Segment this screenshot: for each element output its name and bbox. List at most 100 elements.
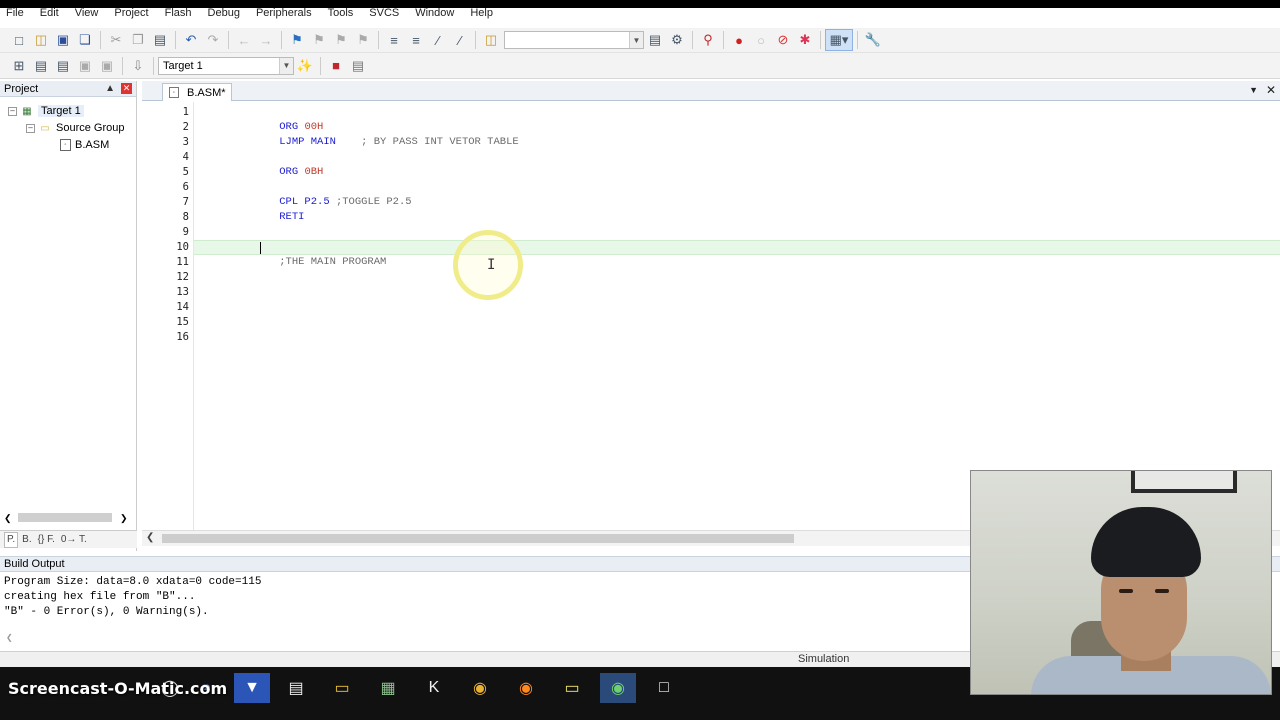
stop-build-icon[interactable]: ▣ — [96, 55, 118, 77]
tab-project[interactable]: P. — [4, 531, 19, 548]
code-editor[interactable]: 1 2 3 4 5 6 7 8 9 10 11 12 13 14 15 16 O… — [142, 102, 1280, 530]
disable-all-breakpoints-icon[interactable]: ⊘ — [772, 29, 794, 51]
target-options-icon[interactable]: ✨ — [294, 55, 316, 77]
menu-debug[interactable]: Debug — [208, 7, 240, 19]
tree-item-source-group[interactable]: – ▭ Source Group — [26, 120, 124, 136]
file-explorer-icon[interactable]: ▭ — [324, 673, 360, 703]
photos-icon[interactable]: ▦ — [370, 673, 406, 703]
scroll-left-icon[interactable]: ❮ — [6, 633, 13, 642]
toolbar-separator — [281, 31, 282, 49]
copy-icon[interactable]: ❐ — [127, 29, 149, 51]
next-bookmark-icon[interactable]: ⚑ — [330, 29, 352, 51]
menu-edit[interactable]: Edit — [40, 7, 59, 19]
folder-icon[interactable]: ▭ — [554, 673, 590, 703]
clear-bookmarks-icon[interactable]: ⚑ — [352, 29, 374, 51]
new-file-icon[interactable]: □ — [8, 29, 30, 51]
bookmark-icon[interactable]: ⚑ — [286, 29, 308, 51]
incremental-find-icon[interactable]: ⚙ — [666, 29, 688, 51]
toolbar-separator — [723, 31, 724, 49]
screen-recorder-icon[interactable]: ◉ — [600, 673, 636, 703]
rebuild-icon[interactable]: ▤ — [52, 55, 74, 77]
collapse-icon[interactable]: – — [26, 123, 35, 133]
download-icon[interactable]: ⇩ — [127, 55, 149, 77]
close-icon[interactable]: ✕ — [1266, 83, 1276, 97]
indent-icon[interactable]: ≡ — [383, 29, 405, 51]
close-icon[interactable]: ✕ — [121, 83, 132, 94]
tree-item-file[interactable]: ◦ B.ASM — [60, 137, 109, 153]
menu-tools[interactable]: Tools — [328, 7, 354, 19]
find-combo[interactable]: ▼ — [504, 31, 644, 49]
open-folder-icon[interactable]: ◫ — [30, 29, 52, 51]
scroll-thumb[interactable] — [18, 513, 112, 522]
menu-project[interactable]: Project — [114, 7, 148, 19]
menu-peripherals[interactable]: Peripherals — [256, 7, 312, 19]
chevron-down-icon[interactable]: ▼ — [629, 32, 643, 48]
cut-icon[interactable]: ✂ — [105, 29, 127, 51]
batch-build-icon[interactable]: ▣ — [74, 55, 96, 77]
window-layout-icon[interactable]: ▦▾ — [825, 29, 853, 51]
app-k-icon[interactable]: K — [416, 673, 452, 703]
code-line[interactable]: CPL P2.5 ;TOGGLE P2.5 — [254, 180, 411, 208]
scroll-left-icon[interactable]: ❮ — [4, 513, 12, 524]
debug-session-icon[interactable]: ⚲ — [697, 29, 719, 51]
chrome-icon[interactable]: ◉ — [462, 673, 498, 703]
line-number: 16 — [176, 331, 189, 343]
uncomment-icon[interactable]: ⁄ — [449, 29, 471, 51]
menu-svcs[interactable]: SVCS — [369, 7, 399, 19]
tab-templates[interactable]: 0→ T. — [59, 532, 89, 548]
tab-books[interactable]: B. — [20, 532, 33, 548]
snipping-tool-icon[interactable]: □ — [646, 673, 682, 703]
menu-file[interactable]: File — [6, 7, 24, 19]
pin-icon[interactable]: ▲ — [105, 83, 115, 94]
nav-back-icon[interactable]: ← — [233, 29, 255, 51]
code-line[interactable]: RETI — [254, 195, 304, 223]
scroll-right-icon[interactable]: ❯ — [120, 513, 128, 524]
tree-item-target[interactable]: – ▦ Target 1 — [8, 103, 84, 119]
scroll-left-icon[interactable]: ❮ — [146, 532, 154, 543]
keil-uvision-icon[interactable]: ▼ — [234, 673, 270, 703]
paste-icon[interactable]: ▤ — [149, 29, 171, 51]
project-bottom-tabs: P. B. {} F. 0→ T. — [0, 530, 137, 548]
translate-icon[interactable]: ⊞ — [8, 55, 30, 77]
redo-icon[interactable]: ↷ — [202, 29, 224, 51]
project-scrollbar[interactable]: ❮ ❯ — [4, 511, 132, 525]
build-icon[interactable]: ▤ — [30, 55, 52, 77]
nav-forward-icon[interactable]: → — [255, 29, 277, 51]
find-icon[interactable]: ▤ — [644, 29, 666, 51]
undo-icon[interactable]: ↶ — [180, 29, 202, 51]
menu-bar: File Edit View Project Flash Debug Perip… — [0, 7, 1280, 28]
editor-tab-bar: ◦ B.ASM* ▼ ✕ — [142, 81, 1280, 101]
toolbar-separator — [153, 56, 154, 75]
configure-icon[interactable]: 🔧 — [862, 29, 884, 51]
scroll-thumb[interactable] — [162, 534, 794, 543]
menu-view[interactable]: View — [75, 7, 99, 19]
save-all-icon[interactable]: ❏ — [74, 29, 96, 51]
disable-breakpoint-icon[interactable]: ○ — [750, 29, 772, 51]
chevron-down-icon[interactable]: ▼ — [1249, 85, 1258, 95]
manage-books-icon[interactable]: ▤ — [347, 55, 369, 77]
save-icon[interactable]: ▣ — [52, 29, 74, 51]
prev-bookmark-icon[interactable]: ⚑ — [308, 29, 330, 51]
tab-b-asm[interactable]: ◦ B.ASM* — [162, 83, 232, 101]
code-line[interactable]: ORG 00H — [254, 105, 323, 133]
menu-help[interactable]: Help — [470, 7, 493, 19]
tab-functions[interactable]: {} F. — [36, 532, 57, 548]
kill-breakpoints-icon[interactable]: ✱ — [794, 29, 816, 51]
toolbar-separator — [228, 31, 229, 49]
unindent-icon[interactable]: ≡ — [405, 29, 427, 51]
collapse-icon[interactable]: – — [8, 106, 17, 116]
comment: ; BY PASS INT VETOR TABLE — [335, 136, 519, 148]
manage-components-icon[interactable]: ■ — [325, 55, 347, 77]
breakpoint-icon[interactable]: ● — [728, 29, 750, 51]
code-line[interactable]: ORG 0BH — [254, 150, 323, 178]
comment-icon[interactable]: ⁄ — [427, 29, 449, 51]
store-icon[interactable]: ▤ — [278, 673, 314, 703]
menu-window[interactable]: Window — [415, 7, 454, 19]
code-line[interactable]: LJMP MAIN ; BY PASS INT VETOR TABLE — [254, 120, 518, 148]
chevron-down-icon[interactable]: ▼ — [279, 57, 293, 74]
menu-flash[interactable]: Flash — [165, 7, 192, 19]
firefox-icon[interactable]: ◉ — [508, 673, 544, 703]
target-select[interactable]: Target 1 ▼ — [158, 56, 294, 75]
code-line-current[interactable]: ;THE MAIN PROGRAM — [254, 240, 386, 268]
find-in-files-icon[interactable]: ◫ — [480, 29, 502, 51]
